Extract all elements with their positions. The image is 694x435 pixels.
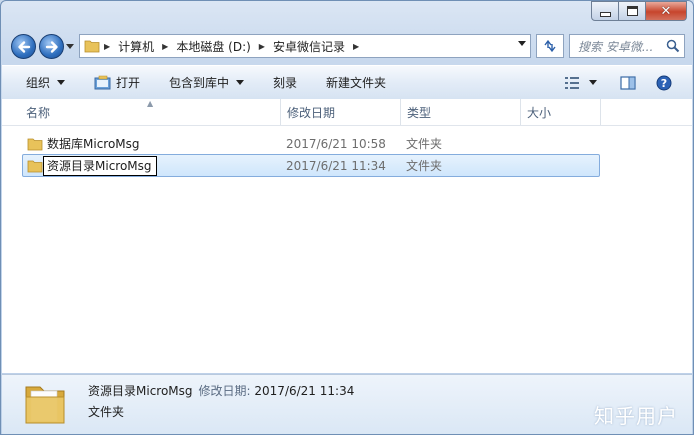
- file-date: 2017/6/21 10:58: [286, 136, 386, 151]
- include-in-library-button[interactable]: 包含到库中: [169, 66, 245, 99]
- file-type: 文件夹: [406, 159, 443, 173]
- address-history-dropdown[interactable]: [518, 41, 526, 46]
- file-name: 数据库MicroMsg: [47, 137, 140, 151]
- details-date-label: 修改日期:: [198, 384, 251, 398]
- rename-input-value: 资源目录MicroMsg: [47, 159, 152, 173]
- open-button[interactable]: 打开: [94, 66, 140, 99]
- details-item-type: 文件夹: [88, 405, 125, 419]
- column-header-size[interactable]: 大小: [527, 99, 551, 125]
- column-divider[interactable]: [280, 99, 281, 125]
- search-icon[interactable]: [666, 39, 680, 53]
- folder-icon: [27, 138, 43, 150]
- open-label: 打开: [116, 76, 141, 90]
- burn-label: 刻录: [273, 76, 298, 90]
- chevron-down-icon: [236, 80, 245, 85]
- help-button[interactable]: ?: [656, 66, 672, 99]
- command-bar: 组织 打开 包含到库中 刻录 新建文件夹 ?: [2, 65, 692, 100]
- column-header-name[interactable]: 名称: [26, 99, 50, 125]
- close-icon: ✕: [660, 3, 672, 19]
- close-button[interactable]: ✕: [646, 1, 687, 21]
- column-header-type[interactable]: 类型: [407, 99, 431, 125]
- rename-input[interactable]: 资源目录MicroMsg: [43, 155, 157, 176]
- file-name-cell: 数据库MicroMsg: [27, 133, 140, 154]
- navigation-bar: ▶ 计算机 ▶ 本地磁盘 (D:) ▶ 安卓微信记录 ▶ 搜索 安卓微...: [9, 32, 685, 60]
- chevron-down-icon: [57, 80, 66, 85]
- search-box[interactable]: 搜索 安卓微...: [569, 34, 685, 58]
- folder-icon: [84, 40, 100, 53]
- details-item-name-line: 资源目录MicroMsg 修改日期: 2017/6/21 11:34: [88, 382, 354, 399]
- organize-button[interactable]: 组织: [26, 66, 66, 99]
- column-header-date[interactable]: 修改日期: [287, 99, 335, 125]
- file-list-pane[interactable]: ▲ 名称 修改日期 类型 大小 数据库MicroMsg 2017/6/21 10…: [2, 99, 692, 373]
- breadcrumb-separator-icon[interactable]: ▶: [353, 42, 359, 51]
- burn-button[interactable]: 刻录: [273, 66, 297, 99]
- help-icon: ?: [656, 75, 672, 90]
- new-folder-button[interactable]: 新建文件夹: [326, 66, 386, 99]
- window-controls: ✕: [591, 1, 687, 21]
- maximize-icon: [626, 6, 638, 16]
- recent-pages-icon[interactable]: [65, 41, 75, 51]
- file-name-cell: 资源目录MicroMsg: [27, 155, 157, 176]
- breadcrumb-computer[interactable]: 计算机: [114, 38, 158, 55]
- forward-button[interactable]: [39, 34, 64, 59]
- back-button[interactable]: [11, 34, 36, 59]
- file-type: 文件夹: [406, 137, 443, 151]
- minimize-button[interactable]: [591, 1, 619, 21]
- view-options-button[interactable]: [564, 66, 597, 99]
- organize-label: 组织: [26, 76, 51, 90]
- file-date: 2017/6/21 11:34: [286, 158, 386, 173]
- column-divider[interactable]: [520, 99, 521, 125]
- breadcrumb-separator-icon[interactable]: ▶: [104, 42, 110, 51]
- details-pane: 资源目录MicroMsg 修改日期: 2017/6/21 11:34 文件夹 知乎…: [2, 374, 692, 434]
- include-library-label: 包含到库中: [169, 76, 230, 90]
- preview-pane-button[interactable]: [620, 66, 636, 99]
- open-icon: [94, 75, 111, 89]
- list-item[interactable]: 数据库MicroMsg 2017/6/21 10:58 文件夹: [22, 133, 598, 154]
- breadcrumb-current-folder[interactable]: 安卓微信记录: [269, 38, 349, 55]
- refresh-button[interactable]: [536, 34, 564, 58]
- details-item-name: 资源目录MicroMsg: [88, 384, 193, 398]
- chevron-down-icon: [589, 80, 597, 85]
- column-divider[interactable]: [600, 99, 601, 125]
- breadcrumb-separator-icon[interactable]: ▶: [162, 42, 168, 51]
- preview-pane-icon: [620, 75, 636, 90]
- folder-icon: [27, 160, 43, 172]
- maximize-button[interactable]: [619, 1, 646, 21]
- watermark-text: 知乎用户: [594, 404, 678, 428]
- folder-large-icon: [25, 386, 65, 424]
- column-header-row: ▲ 名称 修改日期 类型 大小: [2, 99, 692, 126]
- breadcrumb-local-disk[interactable]: 本地磁盘 (D:): [172, 38, 254, 55]
- list-item-selected[interactable]: 资源目录MicroMsg 2017/6/21 11:34 文件夹: [22, 154, 600, 177]
- sort-ascending-icon: ▲: [147, 99, 154, 108]
- column-divider[interactable]: [400, 99, 401, 125]
- svg-text:?: ?: [661, 77, 667, 90]
- breadcrumb-separator-icon[interactable]: ▶: [259, 42, 265, 51]
- forward-arrow-icon: [45, 40, 58, 53]
- details-date-value: 2017/6/21 11:34: [254, 384, 355, 398]
- view-options-icon: [565, 76, 579, 89]
- new-folder-label: 新建文件夹: [326, 76, 387, 90]
- refresh-icon: [544, 39, 556, 53]
- explorer-window: ✕ ▶ 计算机 ▶ 本地磁盘 (D:) ▶ 安卓微信记录 ▶ 搜索 安卓微...: [0, 0, 694, 435]
- minimize-icon: [599, 11, 611, 17]
- back-arrow-icon: [17, 40, 30, 53]
- search-placeholder: 搜索 安卓微...: [578, 39, 654, 54]
- address-bar[interactable]: ▶ 计算机 ▶ 本地磁盘 (D:) ▶ 安卓微信记录 ▶: [79, 34, 531, 58]
